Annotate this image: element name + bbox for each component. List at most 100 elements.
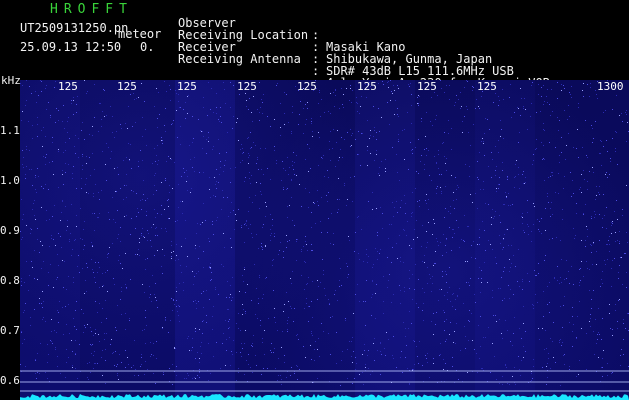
noise-pixel xyxy=(602,218,603,219)
noise-pixel xyxy=(437,95,438,96)
noise-pixel xyxy=(548,177,549,178)
noise-pixel xyxy=(262,102,263,103)
noise-pixel xyxy=(161,266,162,267)
noise-pixel xyxy=(488,240,489,241)
noise-pixel xyxy=(609,313,610,314)
noise-pixel xyxy=(426,358,427,359)
noise-pixel xyxy=(389,124,390,125)
noise-pixel xyxy=(270,240,271,241)
noise-pixel xyxy=(227,281,228,282)
noise-pixel xyxy=(101,357,102,358)
noise-pixel xyxy=(457,296,458,297)
noise-pixel xyxy=(308,321,309,322)
noise-pixel xyxy=(453,192,454,193)
noise-pixel xyxy=(168,332,169,333)
noise-pixel xyxy=(23,167,24,168)
noise-pixel xyxy=(153,343,154,344)
noise-pixel xyxy=(115,222,116,223)
noise-pixel xyxy=(381,161,382,162)
noise-pixel xyxy=(98,334,99,335)
noise-pixel xyxy=(513,255,514,256)
noise-pixel xyxy=(451,175,452,176)
noise-pixel xyxy=(307,108,308,109)
noise-pixel xyxy=(469,166,470,167)
noise-pixel xyxy=(105,383,106,384)
noise-pixel xyxy=(36,102,37,103)
noise-pixel xyxy=(99,103,100,104)
noise-pixel xyxy=(275,368,276,369)
noise-pixel xyxy=(404,287,405,288)
noise-pixel xyxy=(449,334,450,335)
noise-pixel xyxy=(284,362,285,363)
noise-pixel xyxy=(339,280,340,281)
noise-pixel xyxy=(549,282,550,283)
noise-pixel xyxy=(145,343,146,344)
noise-pixel xyxy=(289,205,290,206)
noise-pixel xyxy=(274,348,275,349)
noise-pixel xyxy=(394,114,395,115)
noise-pixel xyxy=(73,114,74,115)
spectrogram-display[interactable] xyxy=(20,80,629,400)
noise-pixel xyxy=(555,362,556,363)
noise-pixel xyxy=(432,276,433,277)
noise-pixel xyxy=(412,192,413,193)
noise-pixel xyxy=(392,247,393,248)
noise-pixel xyxy=(35,91,36,92)
noise-pixel xyxy=(130,234,131,235)
noise-pixel xyxy=(583,213,584,214)
noise-pixel xyxy=(315,341,316,342)
noise-pixel xyxy=(52,216,53,217)
noise-pixel xyxy=(452,306,453,307)
noise-pixel xyxy=(41,186,42,187)
noise-pixel xyxy=(213,306,214,307)
noise-pixel xyxy=(297,239,298,240)
noise-pixel xyxy=(596,264,597,265)
noise-pixel xyxy=(412,149,413,150)
noise-pixel xyxy=(53,287,54,288)
noise-pixel xyxy=(329,141,330,142)
noise-pixel xyxy=(382,213,383,214)
noise-pixel xyxy=(22,85,23,86)
noise-pixel xyxy=(517,281,518,282)
noise-pixel xyxy=(181,176,182,177)
noise-pixel xyxy=(179,306,180,307)
noise-pixel xyxy=(70,233,71,234)
noise-pixel xyxy=(559,342,560,343)
noise-pixel xyxy=(208,343,209,344)
noise-pixel xyxy=(145,259,146,260)
noise-pixel xyxy=(75,368,76,369)
noise-pixel xyxy=(163,372,164,373)
noise-pixel xyxy=(350,129,351,130)
noise-pixel xyxy=(250,132,251,133)
noise-pixel xyxy=(84,245,85,246)
noise-pixel xyxy=(364,350,365,351)
noise-pixel xyxy=(396,201,397,202)
noise-pixel xyxy=(419,200,420,201)
noise-pixel xyxy=(453,229,454,230)
noise-pixel xyxy=(179,321,180,322)
noise-pixel xyxy=(209,266,210,267)
noise-pixel xyxy=(394,207,395,208)
noise-pixel xyxy=(352,337,353,338)
noise-pixel xyxy=(573,284,574,285)
noise-pixel xyxy=(545,208,546,209)
noise-pixel xyxy=(372,267,373,268)
noise-pixel xyxy=(60,373,61,374)
noise-pixel xyxy=(402,372,403,373)
noise-pixel xyxy=(86,163,87,164)
noise-pixel xyxy=(292,220,293,221)
noise-pixel xyxy=(232,277,233,278)
noise-pixel xyxy=(84,293,85,294)
noise-pixel xyxy=(502,170,503,171)
noise-pixel xyxy=(389,274,390,275)
noise-pixel xyxy=(425,200,426,201)
noise-pixel xyxy=(375,248,376,249)
noise-pixel xyxy=(626,114,627,115)
noise-pixel xyxy=(116,131,117,132)
noise-pixel xyxy=(415,264,416,265)
noise-pixel xyxy=(559,120,560,121)
noise-pixel xyxy=(539,231,540,232)
noise-pixel xyxy=(248,364,249,365)
noise-pixel xyxy=(570,172,571,173)
noise-pixel xyxy=(145,200,146,201)
